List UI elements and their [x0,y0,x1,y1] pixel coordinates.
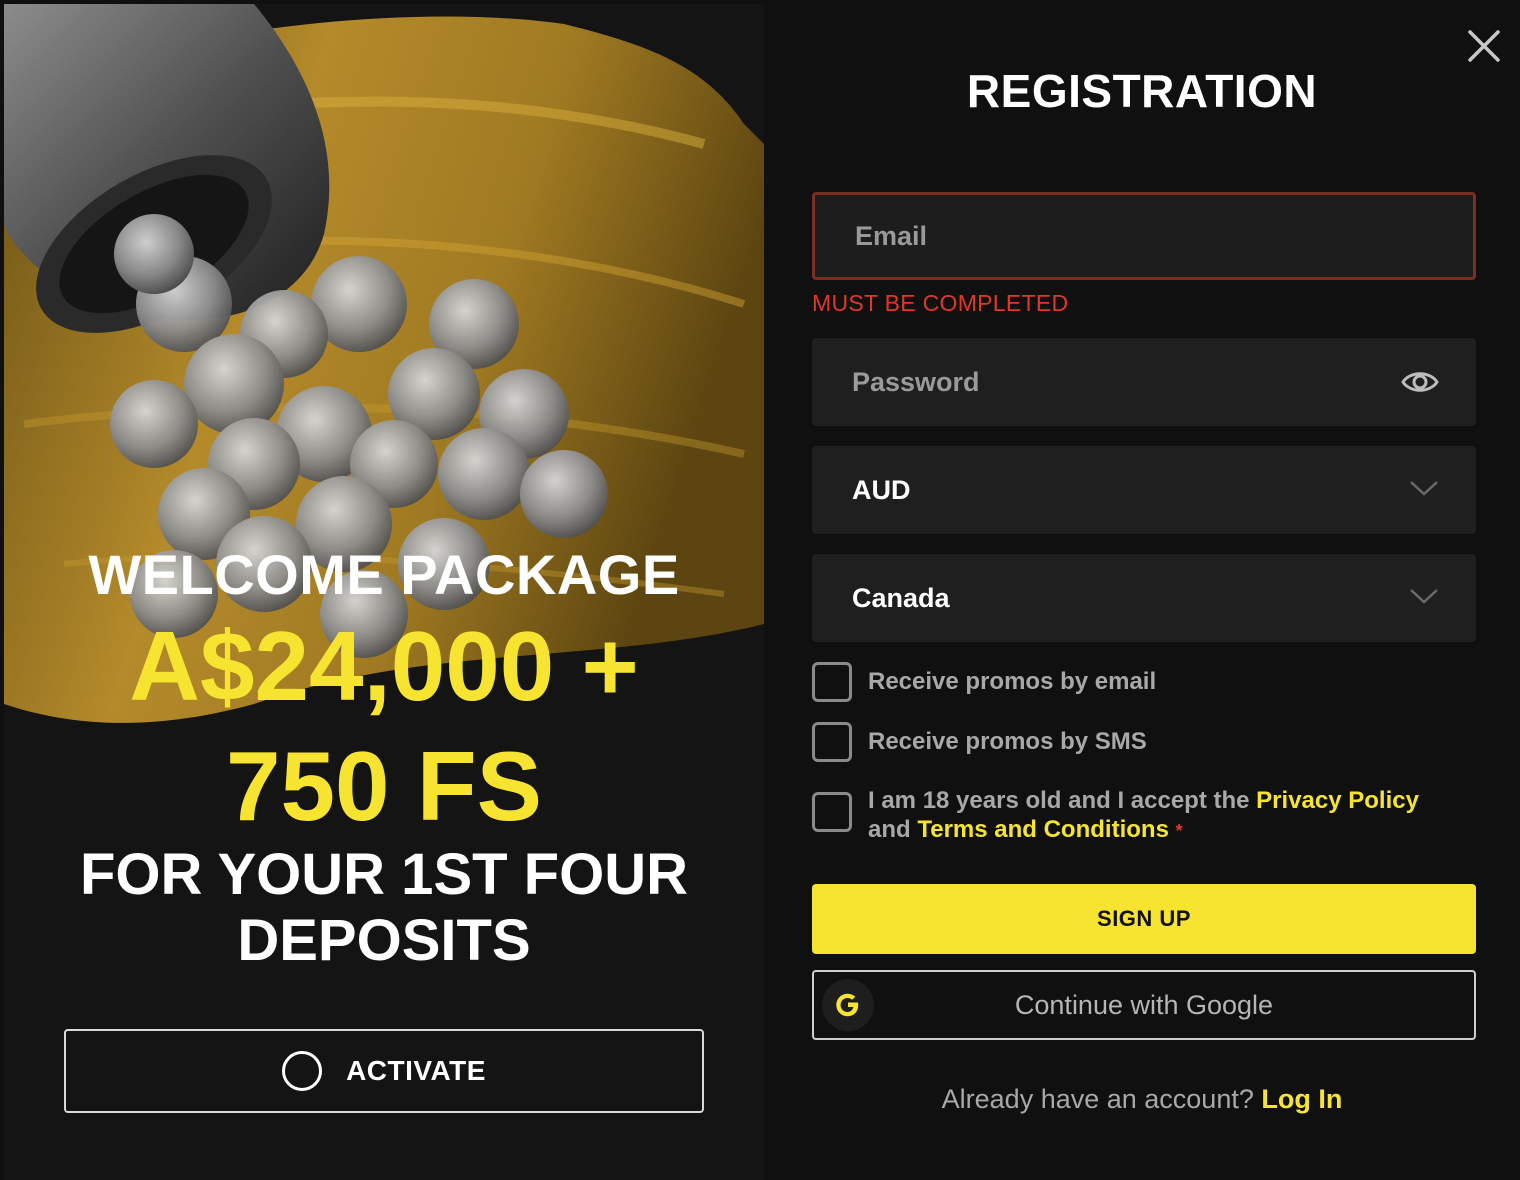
promo-amount-line1: A$24,000 + [129,611,639,721]
country-value: Canada [852,582,950,613]
promo-subline-line1: FOR YOUR 1ST FOUR [80,842,688,907]
promos-sms-option: Receive promos by SMS [812,722,1147,762]
circle-icon [282,1051,323,1091]
activate-button[interactable]: ACTIVATE [64,1029,704,1113]
chevron-down-icon [1410,481,1438,496]
page-title: REGISTRATION [966,65,1318,117]
terms-conditions-link[interactable]: Terms and Conditions [917,816,1169,843]
chevron-down-icon [1410,589,1438,604]
currency-value: AUD [852,474,911,505]
email-error-message: MUST BE COMPLETED [812,290,1069,316]
eye-icon[interactable] [1400,364,1440,400]
promo-amount: A$24,000 + 750 FS [4,612,764,840]
promo-panel: WELCOME PACKAGE A$24,000 + 750 FS FOR YO… [4,4,764,1180]
sign-up-label: SIGN UP [1097,906,1191,931]
google-icon [822,979,874,1031]
required-mark: * [1175,821,1183,841]
password-input[interactable] [852,366,1436,398]
terms-label: I am 18 years old and I accept the Priva… [868,786,1468,846]
log-in-link[interactable]: Log In [1261,1084,1342,1114]
promos-email-label: Receive promos by email [868,668,1157,695]
login-prompt-text: Already have an account? [941,1084,1262,1114]
promo-headline: WELCOME PACKAGE [88,543,680,606]
registration-panel: REGISTRATION MUST BE COMPLETED AUD Canad… [764,4,1520,1180]
promos-email-option: Receive promos by email [812,662,1156,702]
currency-select[interactable]: AUD [812,446,1476,534]
password-field[interactable] [812,338,1476,426]
activate-label: ACTIVATE [346,1055,486,1086]
email-field[interactable] [812,192,1476,280]
country-select[interactable]: Canada [812,554,1476,642]
google-label: Continue with Google [1014,989,1274,1020]
terms-option: I am 18 years old and I accept the Priva… [812,786,1468,846]
terms-prefix: I am 18 years old and I accept the [868,787,1257,814]
promo-subline: FOR YOUR 1ST FOUR DEPOSITS [4,842,764,974]
email-input[interactable] [855,220,1433,252]
google-g-glyph [836,993,859,1017]
privacy-policy-link[interactable]: Privacy Policy [1256,787,1419,814]
sign-up-button[interactable]: SIGN UP [812,884,1476,954]
terms-and-text: and [868,816,918,843]
promos-sms-label: Receive promos by SMS [868,728,1147,755]
promos-sms-checkbox[interactable] [812,722,852,762]
terms-checkbox[interactable] [812,792,852,832]
close-icon[interactable] [1466,28,1502,64]
promo-subline-line2: DEPOSITS [237,908,531,973]
continue-with-google-button[interactable]: Continue with Google [812,970,1476,1040]
promos-email-checkbox[interactable] [812,662,852,702]
login-prompt: Already have an account? Log In [764,1084,1520,1115]
promo-amount-line2: 750 FS [226,731,542,841]
